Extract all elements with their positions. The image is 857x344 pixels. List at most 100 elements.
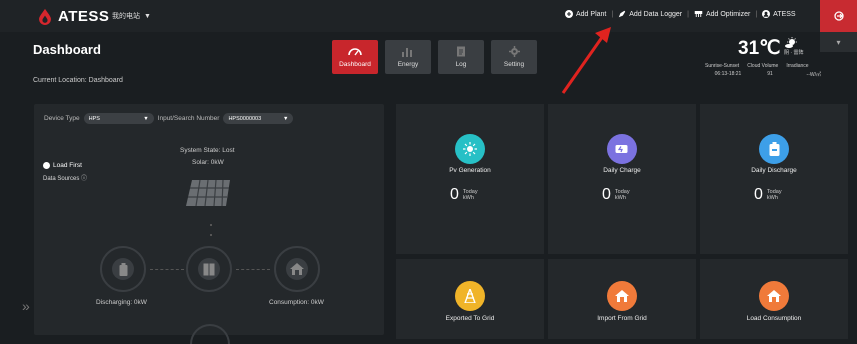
divider: |	[755, 10, 758, 18]
nav-energy[interactable]: Energy	[385, 40, 431, 74]
add-data-logger-link[interactable]: Add Data Logger	[618, 10, 682, 18]
divider: |	[687, 10, 689, 18]
card-title: Daily Charge	[603, 167, 641, 174]
card-title: Exported To Grid	[445, 315, 495, 322]
consumption-value: Consumption: 0kW	[269, 299, 324, 306]
sun-cloud-icon	[785, 37, 797, 48]
home-node	[274, 246, 320, 292]
flow-line	[150, 269, 184, 270]
sun-icon	[455, 134, 485, 164]
device-type-value: HPS	[88, 115, 100, 122]
battery-discharge-icon	[759, 134, 789, 164]
card-number: 0	[450, 186, 459, 203]
battery-charge-icon	[607, 134, 637, 164]
nav-label: Log	[455, 60, 467, 68]
breadcrumb: Current Location: Dashboard	[33, 77, 123, 84]
exported-to-grid-card: Exported To Grid	[396, 259, 544, 339]
card-unit: Today kWh	[615, 189, 630, 201]
weather-description: 阴 · 雷阵	[784, 50, 804, 56]
gauge-icon	[348, 47, 362, 57]
user-name: ATESS	[773, 10, 796, 18]
card-value: 0 Today kWh	[450, 186, 478, 204]
card-value: 0 Today kWh	[602, 186, 630, 204]
logout-button[interactable]	[820, 0, 857, 32]
home-icon	[286, 258, 308, 280]
sunrise-label: Sunrise-Sunset	[705, 63, 740, 69]
unit-label: kWh	[766, 195, 778, 201]
logout-icon	[833, 11, 844, 21]
inverter-node	[186, 246, 232, 292]
card-value: 0 Today kWh	[754, 186, 782, 204]
flow-dot	[210, 224, 212, 226]
pen-icon	[618, 10, 626, 18]
add-optimizer-label: Add Optimizer	[705, 10, 751, 18]
grid-export-icon	[455, 281, 485, 311]
import-from-grid-card: Import From Grid	[548, 259, 696, 339]
sunrise-value: 06:13-18:21	[714, 71, 742, 77]
flow-line	[236, 269, 270, 270]
solar-panel-icon	[186, 179, 230, 207]
grid-node-partial	[190, 324, 230, 344]
caret-down-icon: ▼	[143, 115, 149, 122]
search-number-select[interactable]: HPS0000003 ▼	[223, 113, 294, 124]
search-number-label: Input/Search Number	[157, 115, 220, 122]
cloud-label: Cloud Volume	[747, 63, 779, 69]
device-filters: Device Type HPS ▼ Input/Search Number HP…	[44, 113, 294, 124]
irradiance-value: --W/㎡	[806, 72, 821, 78]
card-unit: Today kWh	[463, 189, 478, 201]
flame-logo-icon	[39, 8, 51, 25]
add-plant-label: Add Plant	[576, 10, 607, 18]
user-menu[interactable]: ATESS	[762, 10, 796, 18]
stats-cards: Pv Generation 0 Today kWh Daily Charge 0 …	[396, 104, 849, 339]
nav-label: Dashboard	[339, 60, 371, 68]
data-sources-label[interactable]: Data Sources ⓘ	[43, 173, 87, 182]
search-number-value: HPS0000003	[228, 115, 262, 122]
device-panel: Device Type HPS ▼ Input/Search Number HP…	[34, 104, 384, 344]
annotation-arrow	[561, 27, 611, 94]
card-title: Load Consumption	[746, 315, 802, 322]
chevron-down-icon: ▾	[836, 37, 841, 47]
battery-node	[100, 246, 146, 292]
temperature: 31℃	[738, 38, 781, 59]
device-type-label: Device Type	[44, 115, 80, 122]
site-name: 我的电站	[112, 13, 140, 20]
unit-label: kWh	[462, 195, 474, 201]
unit-label: kWh	[614, 195, 626, 201]
brand-name: ATESS	[58, 8, 110, 25]
caret-down-icon: ▼	[283, 115, 289, 122]
home-import-icon	[607, 281, 637, 311]
radio-icon	[43, 162, 50, 169]
load-first-label: Load First	[53, 162, 82, 169]
load-first-option[interactable]: Load First	[43, 162, 82, 169]
site-selector[interactable]: 我的电站 ▼	[112, 11, 151, 21]
system-state: System State: Lost	[180, 147, 235, 154]
nav-label: Setting	[503, 60, 525, 68]
weather-values: 06:13-18:21 91 --W/㎡	[705, 71, 821, 78]
add-plant-link[interactable]: Add Plant	[565, 10, 606, 18]
nav-label: Energy	[397, 60, 419, 68]
caret-down-icon: ▼	[144, 12, 151, 20]
card-title: Pv Generation	[449, 167, 491, 174]
top-bar: ATESS 我的电站 ▼ Add Plant | Add Data Logger…	[0, 0, 857, 32]
card-title: Import From Grid	[597, 315, 647, 322]
main-nav: Dashboard Energy Log Setting	[332, 40, 537, 74]
nav-dashboard[interactable]: Dashboard	[332, 40, 378, 74]
card-title: Daily Discharge	[751, 167, 797, 174]
solar-power: Solar: 0kW	[192, 159, 224, 166]
divider: |	[611, 10, 614, 18]
header-collapse-toggle[interactable]: ▾	[820, 32, 857, 52]
bar-chart-icon	[401, 47, 415, 57]
device-type-select[interactable]: HPS ▼	[83, 113, 154, 124]
nav-log[interactable]: Log	[438, 40, 484, 74]
card-number: 0	[602, 186, 611, 203]
irradiance-label: Irradiance	[786, 63, 809, 69]
nav-setting[interactable]: Setting	[491, 40, 537, 74]
document-icon	[454, 46, 468, 57]
load-consumption-card: Load Consumption	[700, 259, 848, 339]
discharging-value: Discharging: 0kW	[96, 299, 147, 306]
brand-logo[interactable]: ATESS	[36, 8, 109, 25]
weather-labels: Sunrise-Sunset Cloud Volume Irradiance	[705, 63, 809, 69]
daily-discharge-card: Daily Discharge 0 Today kWh	[700, 104, 848, 254]
add-optimizer-link[interactable]: Add Optimizer	[694, 10, 750, 18]
sidebar-expand-icon[interactable]: »	[22, 298, 30, 314]
